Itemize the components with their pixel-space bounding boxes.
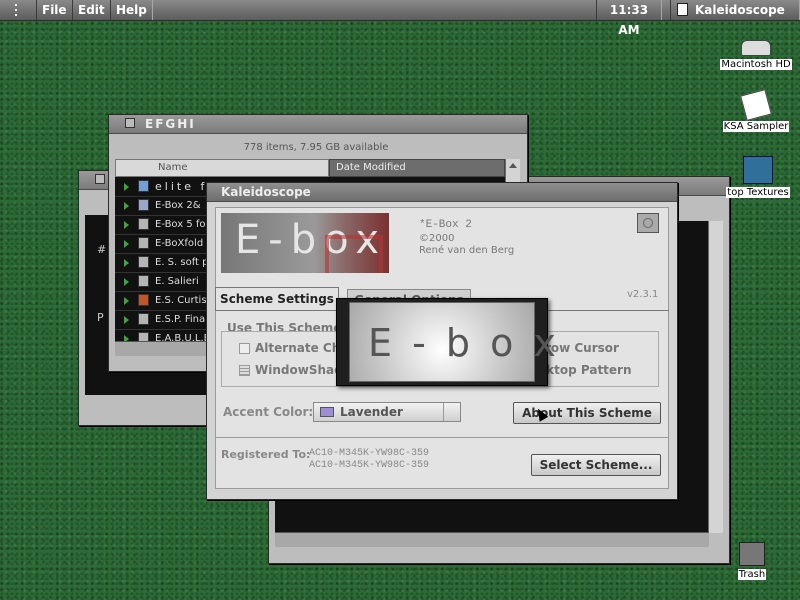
top-textures[interactable]: top Textures [716,156,800,198]
vertical-scrollbar[interactable] [708,221,723,533]
logo-mark-icon [325,235,383,273]
lavender-swatch-icon [320,407,334,417]
registration-code-1: AC10-M345K-YW98C-359 [309,448,430,459]
folder-icon [743,156,773,184]
accent-color-label: Accent Color: [223,405,314,419]
active-app-name: Kaleidoscope [695,3,785,17]
close-box-icon[interactable] [125,118,135,128]
file-icon [138,332,149,341]
scheme-copyright: ©2000 [419,233,455,244]
file-icon [138,199,149,211]
kaleidoscope-titlebar[interactable]: Kaleidoscope [207,183,677,202]
checkbox-alternate[interactable] [239,343,250,354]
tab-scheme-settings[interactable]: Scheme Settings [215,287,339,311]
checkbox-windowshade[interactable] [239,365,250,376]
info-icon [643,218,653,228]
clock[interactable]: 11:33 AM [596,0,662,37]
fragment-hash: # [97,243,107,256]
accent-color-popup[interactable]: Lavender [313,402,461,422]
disclosure-triangle-icon[interactable] [124,278,129,286]
hard-drive-icon [741,40,771,56]
scheme-name: *E-Box 2 [419,219,472,231]
finder-title: EFGHI [145,117,196,131]
file-icon [138,218,149,230]
scheme-author: René van den Berg [419,245,515,256]
application-icon [677,3,688,16]
kaleidoscope-title: Kaleidoscope [221,185,311,199]
select-scheme-button[interactable]: Select Scheme... [531,454,661,476]
info-button[interactable] [637,213,659,233]
fragment-p: P [97,311,104,324]
checkbox-windowshade-label: WindowShad [255,363,343,377]
splash-panel: E - b o x [336,298,556,386]
file-icon [138,256,149,268]
disclosure-triangle-icon[interactable] [124,221,129,229]
version-label: v2.3.1 [627,289,659,300]
ksa-sampler[interactable]: KSA Sampler [716,89,796,132]
checkbox-alternate-label: Alternate Che [255,341,349,355]
apple-menu-icon[interactable] [14,4,18,16]
disclosure-triangle-icon[interactable] [124,297,129,305]
horizontal-scrollbar[interactable] [275,532,709,547]
file-icon [138,237,149,249]
menu-file[interactable]: File [36,0,73,20]
image-file-icon [138,294,149,306]
splash-logo: E - b o x [349,302,556,382]
menu-help[interactable]: Help [110,0,153,20]
file-icon [138,313,149,325]
disclosure-triangle-icon[interactable] [124,183,129,191]
trash[interactable]: Trash [732,542,772,580]
folder-icon [138,180,149,192]
trash-icon [739,542,765,566]
menu-edit[interactable]: Edit [72,0,111,20]
column-header-name[interactable]: Name [115,159,329,177]
macintosh-hd[interactable]: Macintosh HD [716,40,796,70]
menu-bar: File Edit Help 11:33 AM Kaleidoscope [0,0,800,37]
document-pen-icon [740,89,772,121]
popup-arrows-icon [443,403,460,421]
disclosure-triangle-icon[interactable] [124,259,129,267]
registered-to-label: Registered To: [221,448,311,461]
divider [215,437,669,438]
registration-code-2: AC10-M345K-YW98C-359 [309,460,430,471]
e-box-logo: E-box [221,213,389,273]
disclosure-triangle-icon[interactable] [124,316,129,324]
file-icon [138,275,149,287]
disclosure-triangle-icon[interactable] [124,240,129,248]
scroll-up-arrow-icon[interactable] [509,163,517,168]
column-header-date[interactable]: Date Modified [329,159,505,177]
desktop-pattern-label[interactable]: sktop Pattern [539,363,632,377]
finder-info: 778 items, 7.95 GB available [243,142,389,153]
application-menu[interactable]: Kaleidoscope [670,0,800,20]
finder-titlebar[interactable]: EFGHI [109,115,527,134]
disclosure-triangle-icon[interactable] [124,202,129,210]
